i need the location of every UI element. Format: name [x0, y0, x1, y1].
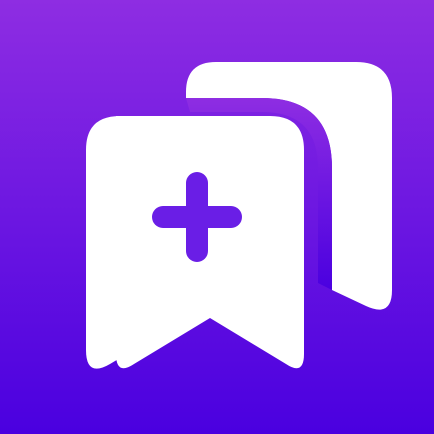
- app-icon-artwork: [0, 0, 434, 434]
- app-icon: [0, 0, 434, 434]
- front-bookmark-body: [86, 150, 150, 369]
